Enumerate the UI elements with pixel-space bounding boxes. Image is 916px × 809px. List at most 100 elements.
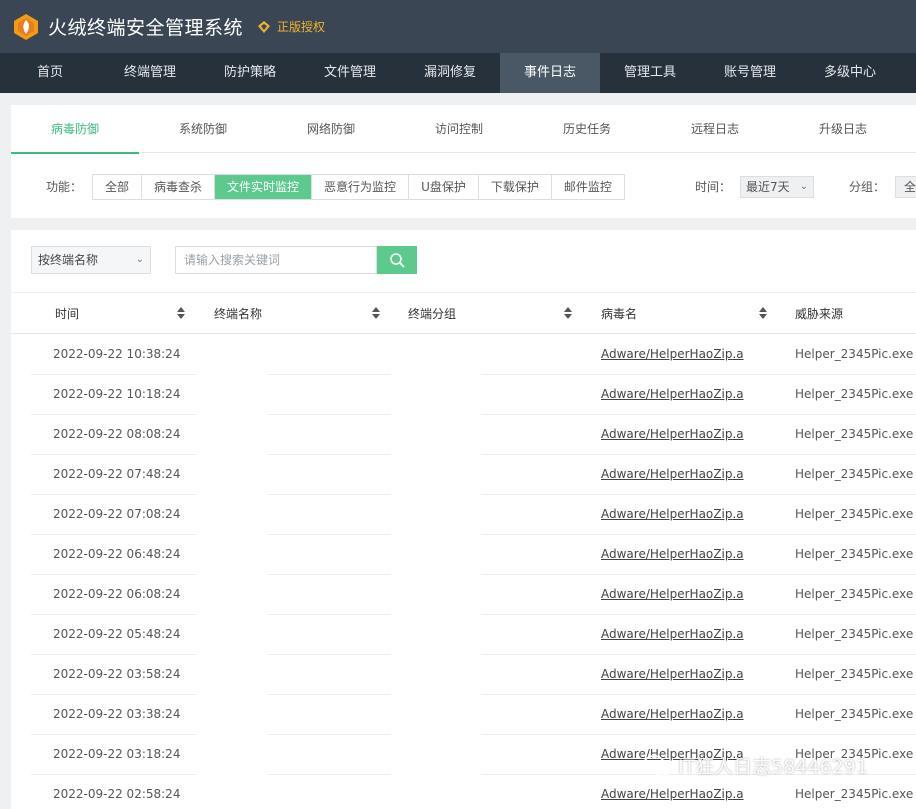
chevron-down-icon: ⌄: [799, 181, 808, 192]
cell-source: Helper_2345Pic.exe: [795, 507, 914, 521]
license-status: 正版授权: [277, 20, 326, 34]
tab-system-defense[interactable]: 系统防御: [139, 105, 267, 153]
cell-virus-link[interactable]: Adware/HelperHaoZip.a: [601, 495, 744, 534]
watermark-text: IT狂人日志58446291: [678, 756, 868, 778]
table-row: 2022-09-22 07:48:24 Adware/HelperHaoZip.…: [11, 455, 916, 495]
cell-time: 2022-09-22 05:48:24: [53, 627, 181, 641]
time-label: 时间：: [695, 180, 732, 194]
cell-source: Helper_2345Pic.exe: [795, 547, 914, 561]
huorong-logo-icon: [12, 13, 40, 41]
main-nav: 首页 终端管理 防护策略 文件管理 漏洞修复 事件日志 管理工具 账号管理 多级…: [0, 53, 916, 93]
search-icon: [390, 253, 405, 268]
nav-item-terminals[interactable]: 终端管理: [100, 53, 200, 93]
table-row: 2022-09-22 06:48:24 Adware/HelperHaoZip.…: [11, 535, 916, 575]
table-row: 2022-09-22 08:08:24 Adware/HelperHaoZip.…: [11, 415, 916, 455]
function-realtime-file-monitor-button[interactable]: 文件实时监控: [215, 175, 313, 199]
search-button[interactable]: [377, 246, 417, 274]
nav-item-admin-tools[interactable]: 管理工具: [600, 53, 700, 93]
table-row: 2022-09-22 05:48:24 Adware/HelperHaoZip.…: [11, 615, 916, 655]
title-bar: 火绒终端安全管理系统 正版授权: [0, 0, 916, 53]
time-range-select[interactable]: 最近7天 ⌄: [740, 176, 814, 198]
table-row: 2022-09-22 03:58:24 Adware/HelperHaoZip.…: [11, 655, 916, 695]
table-row: 2022-09-22 10:38:24 Adware/HelperHaoZip.…: [11, 335, 916, 375]
license-diamond-icon: [257, 20, 271, 34]
cell-time: 2022-09-22 02:58:24: [53, 787, 181, 801]
group-select[interactable]: 全: [895, 176, 916, 198]
cell-virus-link[interactable]: Adware/HelperHaoZip.a: [601, 335, 744, 374]
sort-icon[interactable]: [759, 307, 767, 319]
cell-time: 2022-09-22 10:18:24: [53, 387, 181, 401]
cell-virus-link[interactable]: Adware/HelperHaoZip.a: [601, 775, 744, 809]
tab-access-control[interactable]: 访问控制: [395, 105, 523, 153]
cell-time: 2022-09-22 08:08:24: [53, 427, 181, 441]
nav-item-multi-center[interactable]: 多级中心: [800, 53, 900, 93]
cell-source: Helper_2345Pic.exe: [795, 707, 914, 721]
function-filter-group: 全部 病毒查杀 文件实时监控 恶意行为监控 U盘保护 下载保护 邮件监控: [92, 174, 625, 200]
tab-network-defense[interactable]: 网络防御: [267, 105, 395, 153]
cell-time: 2022-09-22 07:48:24: [53, 467, 181, 481]
cell-virus-link[interactable]: Adware/HelperHaoZip.a: [601, 615, 744, 654]
cell-source: Helper_2345Pic.exe: [795, 467, 914, 481]
table-row: 2022-09-22 10:18:24 Adware/HelperHaoZip.…: [11, 375, 916, 415]
sub-tabs: 病毒防御 系统防御 网络防御 访问控制 历史任务 远程日志 升级日志: [11, 105, 916, 154]
function-label: 功能：: [46, 180, 83, 194]
tab-remote-log[interactable]: 远程日志: [651, 105, 779, 153]
tab-upgrade-log[interactable]: 升级日志: [779, 105, 907, 153]
wechat-icon: [643, 754, 671, 776]
sort-icon[interactable]: [564, 307, 572, 319]
cell-time: 2022-09-22 03:58:24: [53, 667, 181, 681]
nav-item-event-log[interactable]: 事件日志: [500, 53, 600, 93]
function-malicious-behavior-button[interactable]: 恶意行为监控: [312, 175, 410, 199]
cell-source: Helper_2345Pic.exe: [795, 387, 914, 401]
group-value: 全: [904, 180, 916, 194]
column-header-virus-name: 病毒名: [601, 307, 638, 321]
cell-virus-link[interactable]: Adware/HelperHaoZip.a: [601, 575, 744, 614]
filter-bar: 功能： 全部 病毒查杀 文件实时监控 恶意行为监控 U盘保护 下载保护 邮件监控…: [11, 174, 916, 200]
cell-virus-link[interactable]: Adware/HelperHaoZip.a: [601, 455, 744, 494]
time-range-value: 最近7天: [746, 180, 790, 194]
watermark: IT狂人日志58446291: [642, 752, 868, 779]
cell-source: Helper_2345Pic.exe: [795, 667, 914, 681]
function-virus-scan-button[interactable]: 病毒查杀: [142, 175, 216, 199]
cell-source: Helper_2345Pic.exe: [795, 427, 914, 441]
search-input[interactable]: [175, 246, 377, 274]
chevron-down-icon: ⌄: [135, 254, 144, 265]
cell-virus-link[interactable]: Adware/HelperHaoZip.a: [601, 535, 744, 574]
nav-item-vuln-fix[interactable]: 漏洞修复: [400, 53, 500, 93]
event-log-panel: 病毒防御 系统防御 网络防御 访问控制 历史任务 远程日志 升级日志 功能： 全…: [11, 105, 916, 218]
function-download-protection-button[interactable]: 下载保护: [478, 175, 552, 199]
table-row: 2022-09-22 03:38:24 Adware/HelperHaoZip.…: [11, 695, 916, 735]
function-all-button[interactable]: 全部: [93, 175, 143, 199]
cell-time: 2022-09-22 06:08:24: [53, 587, 181, 601]
app-title: 火绒终端安全管理系统: [48, 17, 244, 39]
cell-time: 2022-09-22 06:48:24: [53, 547, 181, 561]
tab-virus-defense[interactable]: 病毒防御: [11, 105, 139, 154]
tab-history-tasks[interactable]: 历史任务: [523, 105, 651, 153]
sort-icon[interactable]: [372, 307, 380, 319]
nav-item-files[interactable]: 文件管理: [300, 53, 400, 93]
nav-item-home[interactable]: 首页: [0, 53, 100, 93]
cell-virus-link[interactable]: Adware/HelperHaoZip.a: [601, 415, 744, 454]
cell-source: Helper_2345Pic.exe: [795, 787, 914, 801]
cell-time: 2022-09-22 03:38:24: [53, 707, 181, 721]
results-panel: 按终端名称 ⌄ 时间 终端名称 终端分组 病毒名 威胁来源: [11, 230, 916, 809]
sort-icon[interactable]: [177, 307, 185, 319]
cell-virus-link[interactable]: Adware/HelperHaoZip.a: [601, 375, 744, 414]
table-row: 2022-09-22 07:08:24 Adware/HelperHaoZip.…: [11, 495, 916, 535]
search-type-value: 按终端名称: [38, 253, 99, 267]
cell-source: Helper_2345Pic.exe: [795, 587, 914, 601]
group-label: 分组：: [849, 180, 886, 194]
column-header-time: 时间: [55, 307, 80, 321]
cell-time: 2022-09-22 03:18:24: [53, 747, 181, 761]
function-usb-protection-button[interactable]: U盘保护: [409, 175, 479, 199]
search-type-select[interactable]: 按终端名称 ⌄: [31, 246, 151, 274]
cell-virus-link[interactable]: Adware/HelperHaoZip.a: [601, 655, 744, 694]
cell-virus-link[interactable]: Adware/HelperHaoZip.a: [601, 695, 744, 734]
table-header: 时间 终端名称 终端分组 病毒名 威胁来源: [11, 292, 916, 334]
cell-time: 2022-09-22 07:08:24: [53, 507, 181, 521]
cell-source: Helper_2345Pic.exe: [795, 347, 914, 361]
column-header-threat-source: 威胁来源: [795, 307, 844, 321]
nav-item-accounts[interactable]: 账号管理: [700, 53, 800, 93]
nav-item-policies[interactable]: 防护策略: [200, 53, 300, 93]
function-mail-monitor-button[interactable]: 邮件监控: [551, 175, 624, 199]
